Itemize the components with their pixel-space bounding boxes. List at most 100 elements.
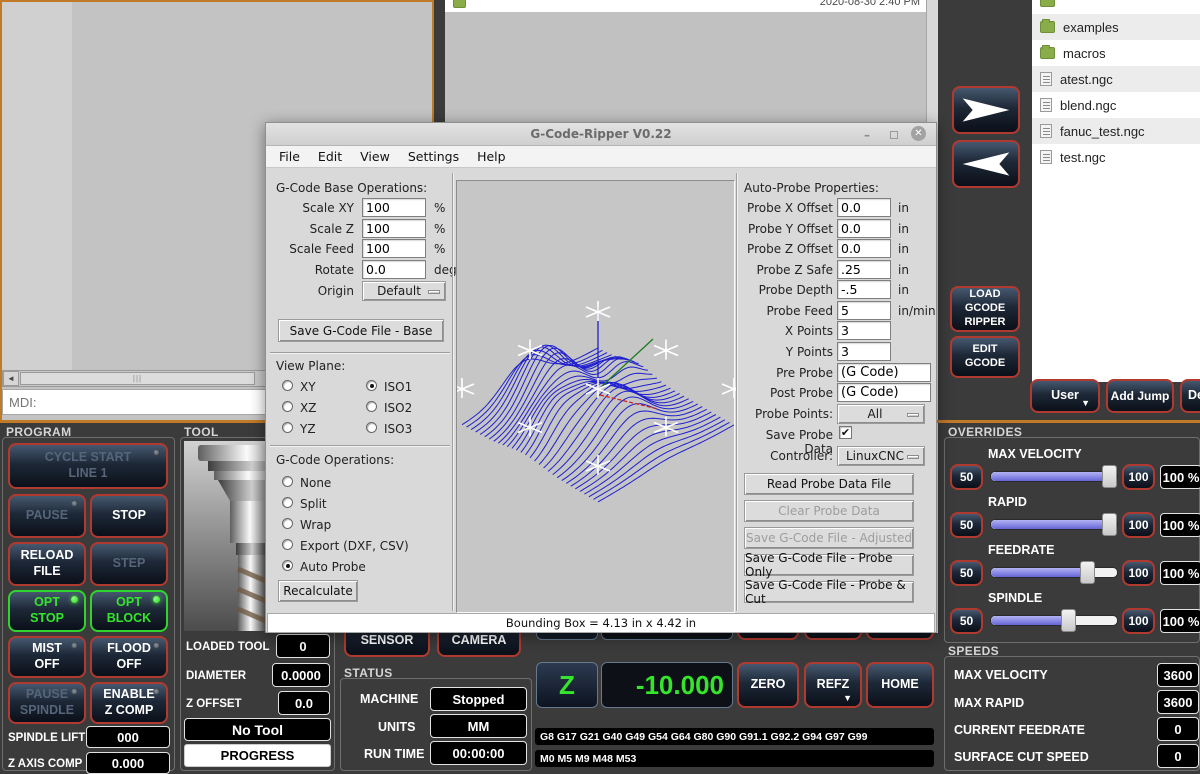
next-file-button[interactable] xyxy=(952,86,1020,134)
radio-auto-probe[interactable] xyxy=(282,560,293,571)
slider-handle[interactable] xyxy=(1061,609,1076,632)
override-max-button[interactable]: 100 xyxy=(1122,608,1155,634)
post-probe-input[interactable] xyxy=(837,383,931,402)
probe-depth-input[interactable] xyxy=(837,280,891,299)
radio-iso3[interactable] xyxy=(366,422,377,433)
user-tab-button[interactable]: User ▼ xyxy=(1030,379,1100,413)
slider-handle[interactable] xyxy=(1102,465,1117,488)
override-max-button[interactable]: 100 xyxy=(1122,512,1155,538)
override-max-button[interactable]: 100 xyxy=(1122,560,1155,586)
probe-x-offset-input[interactable] xyxy=(837,198,891,217)
override-min-button[interactable]: 50 xyxy=(950,560,983,586)
edit-gcode-button[interactable]: EDIT GCODE xyxy=(950,336,1020,378)
feedrate-slider[interactable] xyxy=(990,567,1118,578)
x-points-input[interactable] xyxy=(837,321,891,340)
clear-probe-data-button[interactable]: Clear Probe Data xyxy=(744,500,914,522)
file-row-clipped[interactable] xyxy=(1032,0,1200,14)
close-icon[interactable]: ✕ xyxy=(911,126,926,141)
z-zero-button[interactable]: ZERO xyxy=(737,662,799,708)
reload-file-button[interactable]: RELOAD FILE xyxy=(8,542,86,586)
radio-yz[interactable] xyxy=(282,422,293,433)
dialog-titlebar[interactable]: G-Code-Ripper V0.22 – ✕ xyxy=(266,123,936,146)
cycle-start-button[interactable]: CYCLE START LINE 1 xyxy=(8,443,168,489)
radio-xy[interactable] xyxy=(282,380,293,391)
scale-feed-input[interactable] xyxy=(362,239,426,258)
file-row[interactable]: blend.ngc xyxy=(1032,92,1200,118)
radio-wrap[interactable] xyxy=(282,518,293,529)
partial-button[interactable]: De xyxy=(1180,379,1200,413)
max-velocity-slider[interactable] xyxy=(990,471,1118,482)
z-home-button[interactable]: HOME xyxy=(866,662,934,708)
plot-canvas[interactable] xyxy=(456,180,735,613)
save-probe-only-button[interactable]: Save G-Code File - Probe Only xyxy=(744,554,914,576)
probe-points-dropdown[interactable]: All xyxy=(837,404,925,424)
spindle-override-label: SPINDLE xyxy=(988,591,1042,605)
y-points-input[interactable] xyxy=(837,342,891,361)
slider-handle[interactable] xyxy=(1080,561,1095,584)
minimize-icon[interactable]: – xyxy=(864,128,874,140)
probe-feed-input[interactable] xyxy=(837,301,891,320)
file-row[interactable]: macros xyxy=(1032,40,1200,66)
menu-settings[interactable]: Settings xyxy=(399,146,468,167)
radio-xz-label: XZ xyxy=(300,401,316,415)
pause-spindle-button[interactable]: PAUSE SPINDLE xyxy=(8,682,86,724)
opt-stop-button[interactable]: OPT STOP xyxy=(8,590,86,632)
radio-iso2[interactable] xyxy=(366,401,377,412)
menu-help[interactable]: Help xyxy=(468,146,515,167)
opt-block-label: OPT BLOCK xyxy=(107,595,151,626)
recalculate-button[interactable]: Recalculate xyxy=(278,580,358,602)
maximize-icon[interactable] xyxy=(890,131,898,139)
radio-xz[interactable] xyxy=(282,401,293,412)
scale-xy-input[interactable] xyxy=(362,198,426,217)
menu-view[interactable]: View xyxy=(351,146,399,167)
probe-z-offset-input[interactable] xyxy=(837,239,891,258)
enable-zcomp-button[interactable]: ENABLE Z COMP xyxy=(90,682,168,724)
mist-button[interactable]: MIST OFF xyxy=(8,636,86,678)
z-axis-letter[interactable]: Z xyxy=(536,662,598,708)
step-button[interactable]: STEP xyxy=(90,542,168,586)
scrollbar-thumb[interactable]: ||| xyxy=(20,372,255,385)
radio-none[interactable] xyxy=(282,476,293,487)
file-row[interactable]: atest.ngc xyxy=(1032,66,1200,92)
rapid-slider[interactable] xyxy=(990,519,1118,530)
add-jump-button[interactable]: Add Jump xyxy=(1106,379,1174,413)
flood-button[interactable]: FLOOD OFF xyxy=(90,636,168,678)
scroll-left-arrow-icon[interactable]: ◄ xyxy=(3,371,19,386)
read-probe-data-button[interactable]: Read Probe Data File xyxy=(744,473,914,495)
scale-z-input[interactable] xyxy=(362,219,426,238)
stop-button[interactable]: STOP xyxy=(90,494,168,538)
spindle-slider[interactable] xyxy=(990,615,1118,626)
menu-edit[interactable]: Edit xyxy=(309,146,351,167)
save-probe-cut-button[interactable]: Save G-Code File - Probe & Cut xyxy=(744,581,914,603)
controller-dropdown[interactable]: LinuxCNC xyxy=(837,446,925,466)
file-name: blend.ngc xyxy=(1060,98,1116,113)
file-row[interactable]: examples xyxy=(1032,14,1200,40)
save-adjusted-button[interactable]: Save G-Code File - Adjusted xyxy=(744,527,914,549)
z-ref-button[interactable]: REFZ▼ xyxy=(804,662,862,708)
file-row[interactable]: test.ngc xyxy=(1032,144,1200,170)
pre-probe-input[interactable] xyxy=(837,363,931,382)
probe-y-offset-input[interactable] xyxy=(837,219,891,238)
save-base-button[interactable]: Save G-Code File - Base xyxy=(278,319,444,342)
separator xyxy=(452,173,454,611)
menu-file[interactable]: File xyxy=(270,146,309,167)
radio-export[interactable] xyxy=(282,539,293,550)
override-min-button[interactable]: 50 xyxy=(950,608,983,634)
file-name: fanuc_test.ngc xyxy=(1060,124,1145,139)
override-max-button[interactable]: 100 xyxy=(1122,464,1155,490)
override-min-button[interactable]: 50 xyxy=(950,464,983,490)
radio-split[interactable] xyxy=(282,497,293,508)
loaded-tool-label: LOADED TOOL xyxy=(186,641,269,653)
file-row[interactable]: fanuc_test.ngc xyxy=(1032,118,1200,144)
prev-file-button[interactable] xyxy=(952,140,1020,188)
pause-button[interactable]: PAUSE xyxy=(8,494,86,538)
radio-iso1[interactable] xyxy=(366,380,377,391)
override-min-button[interactable]: 50 xyxy=(950,512,983,538)
rotate-input[interactable] xyxy=(362,260,426,279)
slider-handle[interactable] xyxy=(1102,513,1117,536)
probe-z-safe-input[interactable] xyxy=(837,260,891,279)
load-gcode-ripper-button[interactable]: LOAD GCODE RIPPER xyxy=(950,286,1020,332)
save-probe-data-checkbox[interactable]: ✔ xyxy=(839,426,852,439)
opt-block-button[interactable]: OPT BLOCK xyxy=(90,590,168,632)
origin-dropdown[interactable]: Default xyxy=(362,281,446,301)
